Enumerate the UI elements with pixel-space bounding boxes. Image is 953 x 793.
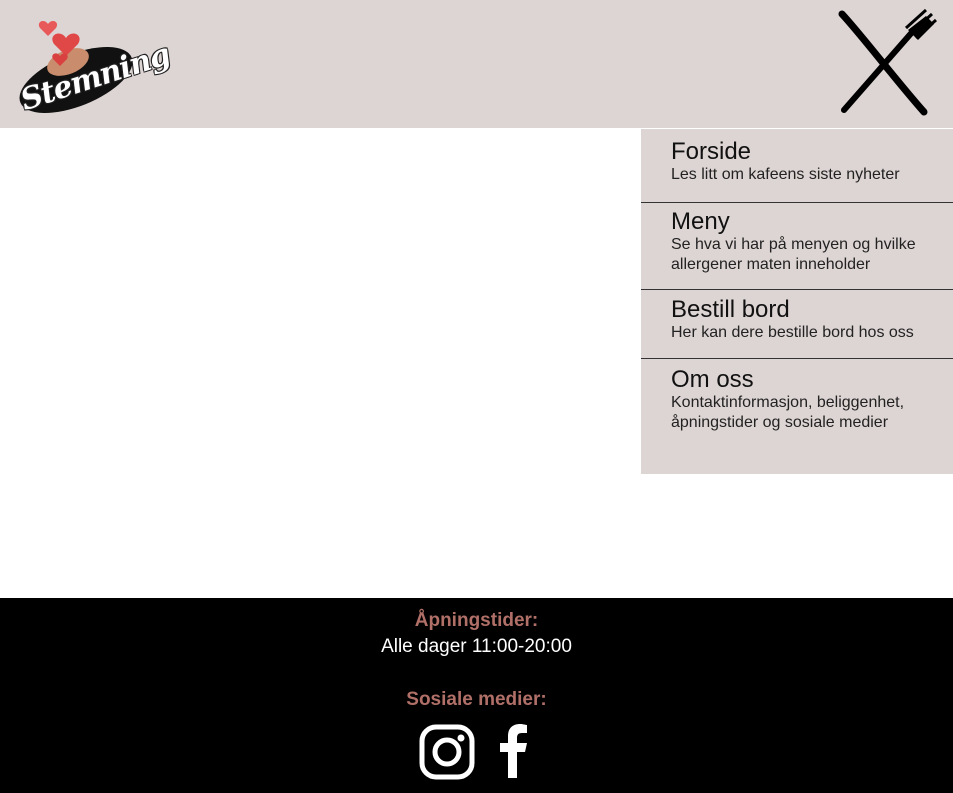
menu-item-meny[interactable]: Meny Se hva vi har på menyen og hvilke a…: [641, 209, 953, 275]
close-menu-button[interactable]: [834, 8, 938, 118]
instagram-icon: [419, 724, 475, 780]
heart-icon: [38, 21, 58, 36]
menu-item-description: Se hva vi har på menyen og hvilke allerg…: [671, 236, 916, 273]
menu-item-title: Om oss: [671, 366, 754, 393]
divider: [641, 289, 953, 290]
facebook-link[interactable]: [492, 724, 550, 780]
hours-label: Åpningstider:: [414, 610, 539, 631]
menu-item-title: Meny: [671, 208, 730, 235]
instagram-link[interactable]: [418, 724, 476, 780]
menu-item-description: Her kan dere bestille bord hos oss: [671, 324, 914, 341]
logo[interactable]: Stemning: [6, 12, 174, 124]
site-header: Stemning: [0, 0, 953, 128]
menu-item-forside[interactable]: Forside Les litt om kafeens siste nyhete…: [641, 139, 953, 185]
menu-item-title: Bestill bord: [671, 296, 790, 323]
close-x-fork-icon: [838, 8, 938, 116]
divider: [641, 202, 953, 203]
nav-menu: Forside Les litt om kafeens siste nyhete…: [641, 129, 953, 474]
menu-item-title: Forside: [671, 138, 752, 165]
facebook-icon: [500, 724, 527, 778]
social-label: Sosiale medier:: [406, 689, 547, 710]
site-footer: Åpningstider: Alle dager 11:00-20:00 Sos…: [0, 598, 953, 793]
menu-item-description: Kontaktinformasjon, beliggenhet, åpnings…: [671, 394, 905, 431]
menu-item-description: Les litt om kafeens siste nyheter: [671, 166, 900, 183]
hours-value: Alle dager 11:00-20:00: [381, 636, 572, 657]
menu-item-bestill-bord[interactable]: Bestill bord Her kan dere bestille bord …: [641, 297, 953, 343]
divider: [641, 358, 953, 359]
menu-item-om-oss[interactable]: Om oss Kontaktinformasjon, beliggenhet, …: [641, 367, 953, 433]
